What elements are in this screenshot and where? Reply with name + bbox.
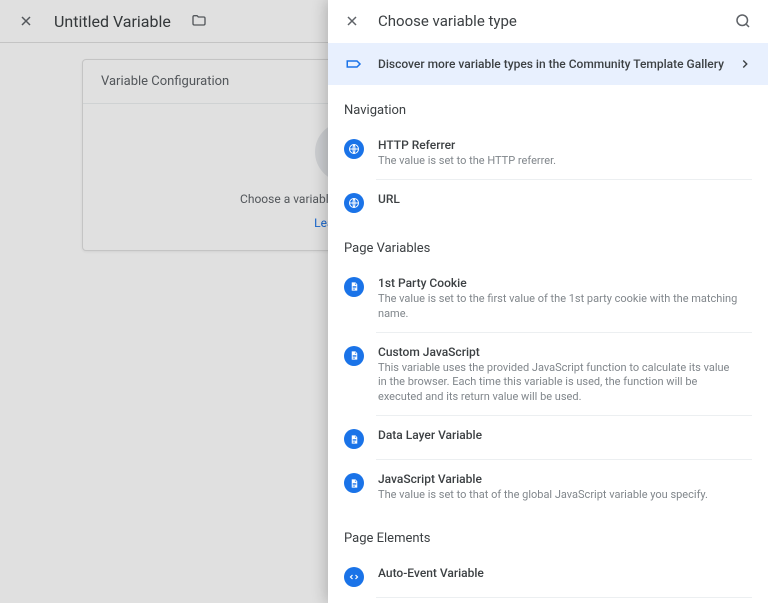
variable-type-row[interactable]: HTTP Referrer The value is set to the HTT…	[328, 126, 768, 179]
section-title: Page Variables	[344, 241, 752, 256]
variable-type-row[interactable]: 1st Party Cookie The value is set to the …	[328, 264, 768, 332]
variable-type-row[interactable]: Auto-Event Variable	[328, 554, 768, 597]
row-description: The value is set to that of the global J…	[378, 488, 738, 503]
section: Navigation	[328, 85, 768, 126]
variable-type-row[interactable]: Custom JavaScript This variable uses the …	[328, 333, 768, 416]
variable-type-panel: Choose variable type Discover more varia…	[328, 0, 768, 603]
row-description: The value is set to the first value of t…	[378, 292, 738, 322]
tag-icon	[344, 54, 364, 74]
variable-type-row[interactable]: Data Layer Variable	[328, 416, 768, 459]
variable-type-row[interactable]: URL	[328, 180, 768, 223]
row-title: JavaScript Variable	[378, 472, 752, 486]
doc-icon	[344, 277, 364, 297]
panel-close-icon[interactable]	[344, 13, 360, 29]
doc-icon	[344, 473, 364, 493]
search-icon[interactable]	[734, 12, 752, 30]
section-title: Navigation	[344, 103, 752, 118]
banner-text: Discover more variable types in the Comm…	[378, 57, 724, 71]
doc-icon	[344, 346, 364, 366]
row-title: Custom JavaScript	[378, 345, 752, 359]
variable-type-row[interactable]: JavaScript Variable The value is set to t…	[328, 460, 768, 513]
panel-title: Choose variable type	[378, 12, 716, 30]
doc-icon	[344, 429, 364, 449]
row-title: 1st Party Cookie	[378, 276, 752, 290]
row-title: Data Layer Variable	[378, 428, 752, 442]
variable-type-row[interactable]: DOM ElementThe value is set to the text …	[328, 598, 768, 603]
code-icon	[344, 567, 364, 587]
row-title: URL	[378, 192, 752, 206]
globe-icon	[344, 193, 364, 213]
section-title: Page Elements	[344, 531, 752, 546]
row-description: This variable uses the provided JavaScri…	[378, 361, 738, 406]
chevron-right-icon	[738, 57, 752, 71]
section: Page Elements	[328, 513, 768, 554]
community-gallery-banner[interactable]: Discover more variable types in the Comm…	[328, 43, 768, 85]
globe-icon	[344, 139, 364, 159]
section: Page Variables	[328, 223, 768, 264]
row-description: The value is set to the HTTP referrer.	[378, 154, 738, 169]
row-title: Auto-Event Variable	[378, 566, 752, 580]
row-title: HTTP Referrer	[378, 138, 752, 152]
